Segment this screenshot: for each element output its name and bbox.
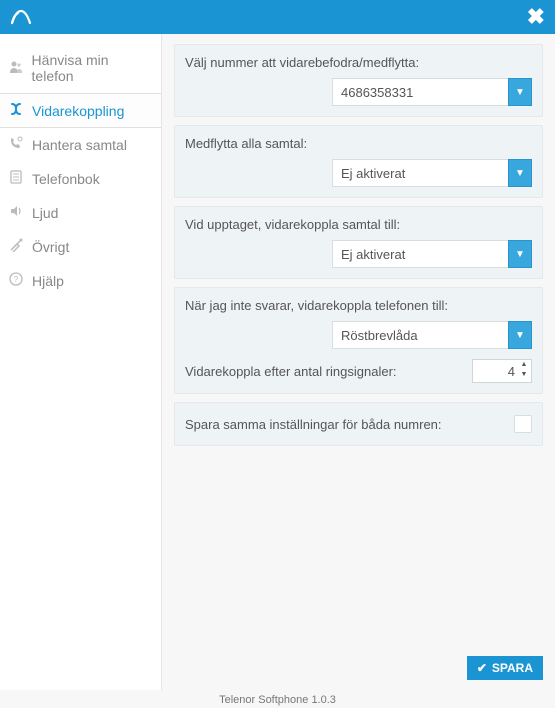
panel-move-all: Medflytta alla samtal: Ej aktiverat ▼ — [174, 125, 543, 198]
sidebar-item-label: Hänvisa min telefon — [32, 52, 151, 84]
title-bar: ✖ — [0, 0, 555, 34]
sidebar-item-forwarding[interactable]: Vidarekoppling — [0, 93, 161, 128]
sound-icon — [8, 204, 24, 221]
tools-icon — [8, 238, 24, 255]
label-both-numbers: Spara samma inställningar för båda numre… — [185, 417, 442, 432]
forward-icon — [8, 102, 24, 119]
label-forward-number: Välj nummer att vidarebefodra/medflytta: — [185, 55, 532, 70]
sidebar-item-label: Hantera samtal — [32, 137, 127, 153]
sidebar-item-sound[interactable]: Ljud — [0, 196, 161, 230]
checkbox-both-numbers[interactable] — [514, 415, 532, 433]
sidebar-item-presence[interactable]: Hänvisa min telefon — [0, 44, 161, 93]
sidebar-item-phonebook[interactable]: Telefonbok — [0, 162, 161, 196]
dropdown-no-answer[interactable]: Röstbrevlåda ▼ — [332, 321, 532, 349]
dropdown-value: Röstbrevlåda — [332, 321, 508, 349]
main-content: Välj nummer att vidarebefodra/medflytta:… — [162, 34, 555, 690]
sidebar-item-calls[interactable]: Hantera samtal — [0, 128, 161, 162]
version-text: Telenor Softphone 1.0.3 — [0, 694, 555, 706]
sidebar: Hänvisa min telefon Vidarekoppling Hante… — [0, 34, 162, 690]
sidebar-item-label: Övrigt — [32, 239, 69, 255]
dropdown-value: Ej aktiverat — [332, 240, 508, 268]
dropdown-busy[interactable]: Ej aktiverat ▼ — [332, 240, 532, 268]
stepper-up-icon[interactable]: ▲ — [518, 361, 530, 371]
help-icon: ? — [8, 272, 24, 289]
chevron-down-icon[interactable]: ▼ — [508, 78, 532, 106]
sidebar-item-label: Ljud — [32, 205, 58, 221]
app-logo — [10, 7, 32, 27]
sidebar-item-label: Hjälp — [32, 273, 64, 289]
user-icon — [8, 60, 24, 77]
label-busy: Vid upptaget, vidarekoppla samtal till: — [185, 217, 532, 232]
chevron-down-icon[interactable]: ▼ — [508, 240, 532, 268]
label-rings: Vidarekoppla efter antal ringsignaler: — [185, 364, 397, 379]
dropdown-move-all[interactable]: Ej aktiverat ▼ — [332, 159, 532, 187]
sidebar-item-other[interactable]: Övrigt — [0, 230, 161, 264]
save-button-label: SPARA — [492, 661, 533, 675]
dropdown-value: 4686358331 — [332, 78, 508, 106]
close-button[interactable]: ✖ — [527, 6, 545, 28]
panel-both-numbers: Spara samma inställningar för båda numre… — [174, 402, 543, 446]
sidebar-item-label: Vidarekoppling — [32, 103, 124, 119]
sidebar-item-help[interactable]: ? Hjälp — [0, 264, 161, 298]
rings-stepper[interactable]: ▲ ▼ — [472, 359, 532, 383]
label-move-all: Medflytta alla samtal: — [185, 136, 532, 151]
stepper-down-icon[interactable]: ▼ — [518, 371, 530, 381]
sidebar-item-label: Telefonbok — [32, 171, 100, 187]
save-button[interactable]: ✔ SPARA — [467, 656, 543, 680]
chevron-down-icon[interactable]: ▼ — [508, 321, 532, 349]
chevron-down-icon[interactable]: ▼ — [508, 159, 532, 187]
panel-no-answer: När jag inte svarar, vidarekoppla telefo… — [174, 287, 543, 394]
phone-settings-icon — [8, 136, 24, 153]
dropdown-value: Ej aktiverat — [332, 159, 508, 187]
check-icon: ✔ — [477, 661, 487, 675]
panel-busy: Vid upptaget, vidarekoppla samtal till: … — [174, 206, 543, 279]
label-no-answer: När jag inte svarar, vidarekoppla telefo… — [185, 298, 532, 313]
svg-text:?: ? — [14, 275, 19, 284]
book-icon — [8, 170, 24, 187]
dropdown-forward-number[interactable]: 4686358331 ▼ — [332, 78, 532, 106]
panel-forward-number: Välj nummer att vidarebefodra/medflytta:… — [174, 44, 543, 117]
